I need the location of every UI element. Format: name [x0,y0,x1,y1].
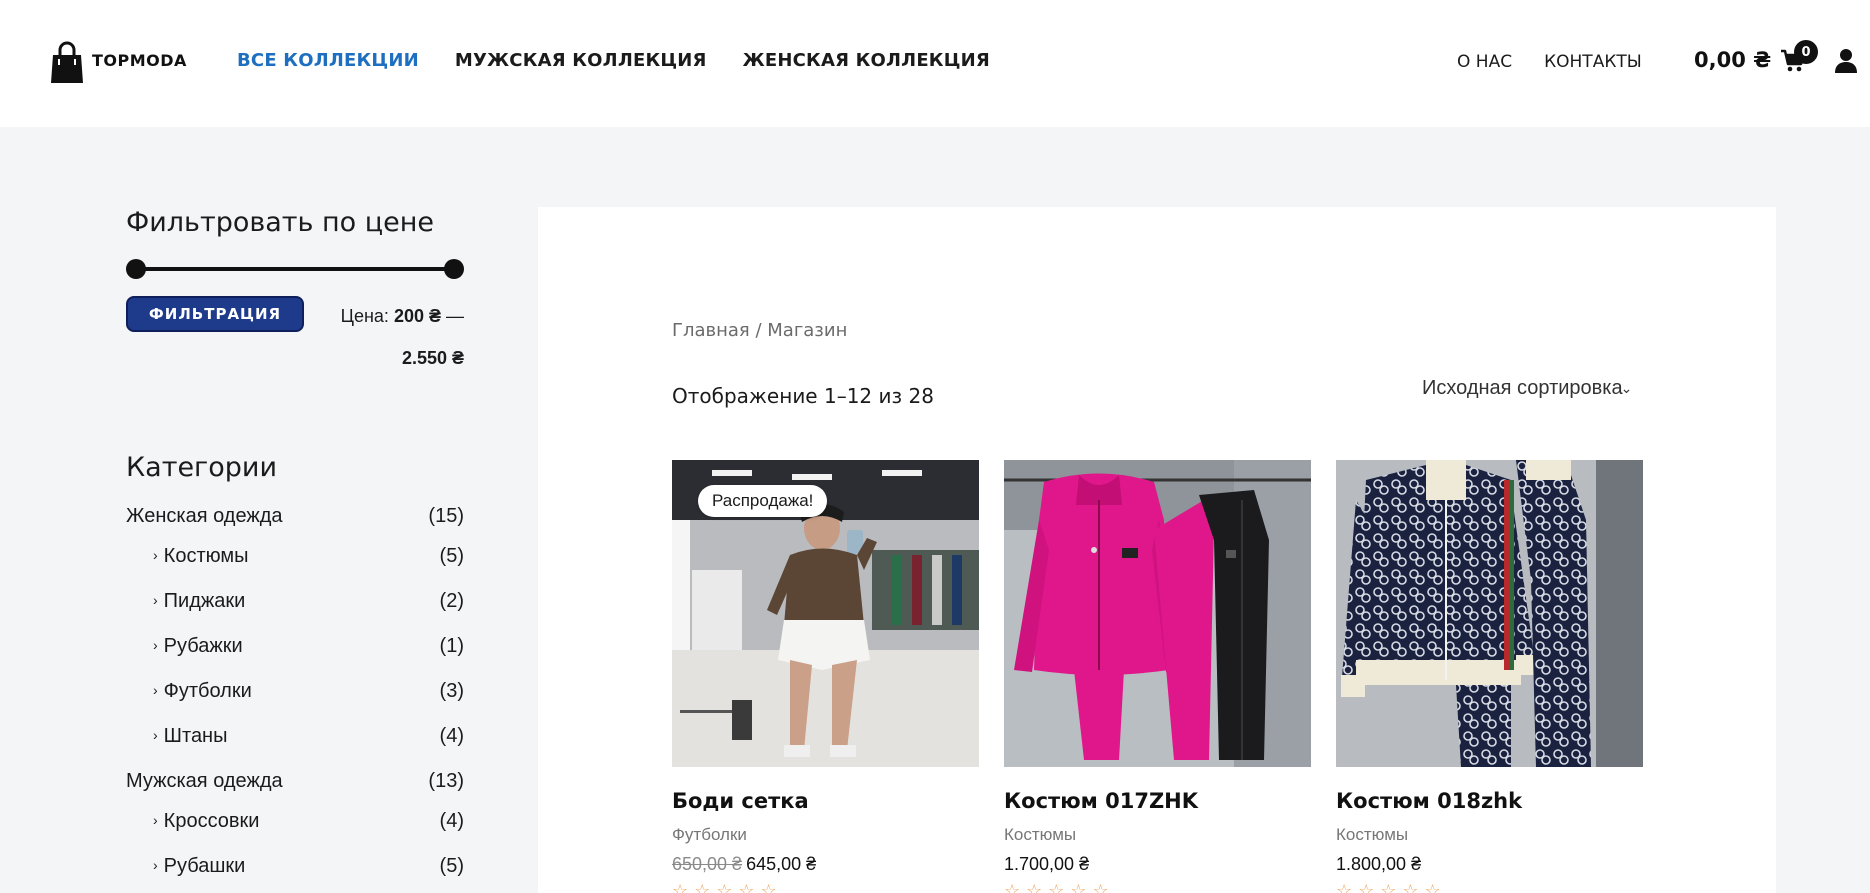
category-label: Футболки [163,679,252,702]
chevron-right-icon: › [153,682,158,698]
category-count: (13) [428,769,464,792]
nav-all-collections[interactable]: ВСЕ КОЛЛЕКЦИИ [237,50,419,71]
secondary-nav: О НАС КОНТАКТЫ [1457,52,1642,72]
category-count: (4) [439,724,464,747]
chevron-down-icon: ⌄ [1620,380,1633,396]
product-card[interactable]: Костюм 017ZHK Костюмы 1.700,00 ₴ ☆☆☆☆☆ [1004,460,1311,893]
price-slider-max-handle[interactable] [444,259,464,279]
product-image[interactable] [1004,460,1311,767]
price-slider-min-handle[interactable] [126,259,146,279]
product-image[interactable]: Распродажа! [672,460,979,767]
nav-contacts[interactable]: КОНТАКТЫ [1544,52,1642,72]
sale-badge: Распродажа! [698,485,828,517]
breadcrumb[interactable]: Главная / Магазин [672,320,847,341]
product-current-price: 1.700,00 ₴ [1004,854,1090,874]
category-item-shirts-men[interactable]: › Рубашки (5) [126,853,464,879]
category-label: Пиджаки [163,589,246,612]
logo[interactable]: TOPMODA [50,40,187,86]
chevron-right-icon: › [153,592,158,608]
category-label: Штаны [163,724,228,747]
chevron-right-icon: › [153,727,158,743]
product-card[interactable]: Распродажа! Боди сетка Футболки 650,00 ₴… [672,460,979,893]
product-category: Футболки [672,825,747,844]
sidebar: Фильтровать по цене ФИЛЬТРАЦИЯ Цена: 200… [126,207,464,893]
product-category: Костюмы [1004,825,1077,844]
result-count: Отображение 1–12 из 28 [672,384,934,408]
category-count: (5) [439,544,464,567]
category-item-womens[interactable]: Женская одежда (15) [126,503,464,529]
shopping-bag-icon [51,41,83,83]
category-item-pants[interactable]: › Штаны (4) [126,723,464,749]
logo-text: TOPMODA [92,50,187,70]
product-category: Костюмы [1336,825,1409,844]
category-count: (1) [439,634,464,657]
nav-womens-collection[interactable]: ЖЕНСКАЯ КОЛЛЕКЦИЯ [743,50,990,71]
sort-select[interactable]: Исходная сортировка ⌄ [1422,377,1632,400]
product-image[interactable] [1336,460,1643,767]
category-label: Рубажки [163,634,243,657]
rating-stars: ☆☆☆☆☆ [1004,881,1115,893]
cart-count-badge: 0 [1794,40,1818,64]
product-title[interactable]: Костюм 017ZHK [1004,789,1311,813]
nav-mens-collection[interactable]: МУЖСКАЯ КОЛЛЕКЦИЯ [455,50,707,71]
product-price: 1.800,00 ₴ [1336,854,1643,875]
price-range-label: Цена: 200 ₴ — [341,306,464,327]
category-item-sneakers[interactable]: › Кроссовки (4) [126,808,464,834]
product-current-price: 645,00 ₴ [746,854,817,874]
product-old-price: 650,00 ₴ [672,854,743,874]
category-item-tshirts[interactable]: › Футболки (3) [126,678,464,704]
category-label: Рубашки [163,854,246,877]
category-count: (4) [439,809,464,832]
nav-about[interactable]: О НАС [1457,52,1512,72]
chevron-right-icon: › [153,812,158,828]
price-separator: — [446,306,464,326]
categories-title: Категории [126,452,277,483]
price-slider-track[interactable] [136,267,454,271]
product-current-price: 1.800,00 ₴ [1336,854,1422,874]
price-filter-row: ФИЛЬТРАЦИЯ Цена: 200 ₴ — 2.550 ₴ [126,296,464,376]
category-item-jackets[interactable]: › Пиджаки (2) [126,588,464,614]
category-count: (15) [428,504,464,527]
product-price: 1.700,00 ₴ [1004,854,1311,875]
category-label: Мужская одежда [126,769,283,792]
cart-total[interactable]: 0,00 ₴ [1694,48,1771,72]
product-photo-navy-pattern-suit [1336,460,1643,767]
price-slider[interactable] [126,258,464,280]
category-item-suits[interactable]: › Костюмы (5) [126,543,464,569]
category-label: Костюмы [163,544,249,567]
sort-selected-value: Исходная сортировка [1422,377,1623,399]
category-item-mens[interactable]: Мужская одежда (13) [126,768,464,794]
filter-button[interactable]: ФИЛЬТРАЦИЯ [126,296,304,332]
price-prefix: Цена: [340,306,389,326]
product-grid: Распродажа! Боди сетка Футболки 650,00 ₴… [672,460,1643,893]
category-label: Кроссовки [163,809,260,832]
shop-panel: Главная / Магазин Отображение 1–12 из 28… [538,207,1776,893]
chevron-right-icon: › [153,857,158,873]
product-photo-pink-suit [1004,460,1311,767]
category-count: (5) [439,854,464,877]
user-icon[interactable] [1834,48,1858,74]
price-max: 2.550 ₴ [401,348,464,368]
rating-stars: ☆☆☆☆☆ [1336,881,1447,893]
product-card[interactable]: Костюм 018zhk Костюмы 1.800,00 ₴ ☆☆☆☆☆ [1336,460,1643,893]
price-min: 200 ₴ [393,306,441,326]
category-item-shirts-women[interactable]: › Рубажки (1) [126,633,464,659]
category-count: (2) [439,589,464,612]
chevron-right-icon: › [153,637,158,653]
price-filter-title: Фильтровать по цене [126,207,435,238]
category-list: Женская одежда (15) › Костюмы (5) › Пиджак… [126,503,464,879]
category-count: (3) [439,679,464,702]
category-label: Женская одежда [126,504,283,527]
site-header: TOPMODA ВСЕ КОЛЛЕКЦИИ МУЖСКАЯ КОЛЛЕКЦИЯ … [0,0,1870,127]
chevron-right-icon: › [153,547,158,563]
product-title[interactable]: Боди сетка [672,789,979,813]
product-price: 650,00 ₴ 645,00 ₴ [672,854,979,875]
main-nav: ВСЕ КОЛЛЕКЦИИ МУЖСКАЯ КОЛЛЕКЦИЯ ЖЕНСКАЯ … [237,50,990,71]
rating-stars: ☆☆☆☆☆ [672,881,783,893]
product-title[interactable]: Костюм 018zhk [1336,789,1643,813]
